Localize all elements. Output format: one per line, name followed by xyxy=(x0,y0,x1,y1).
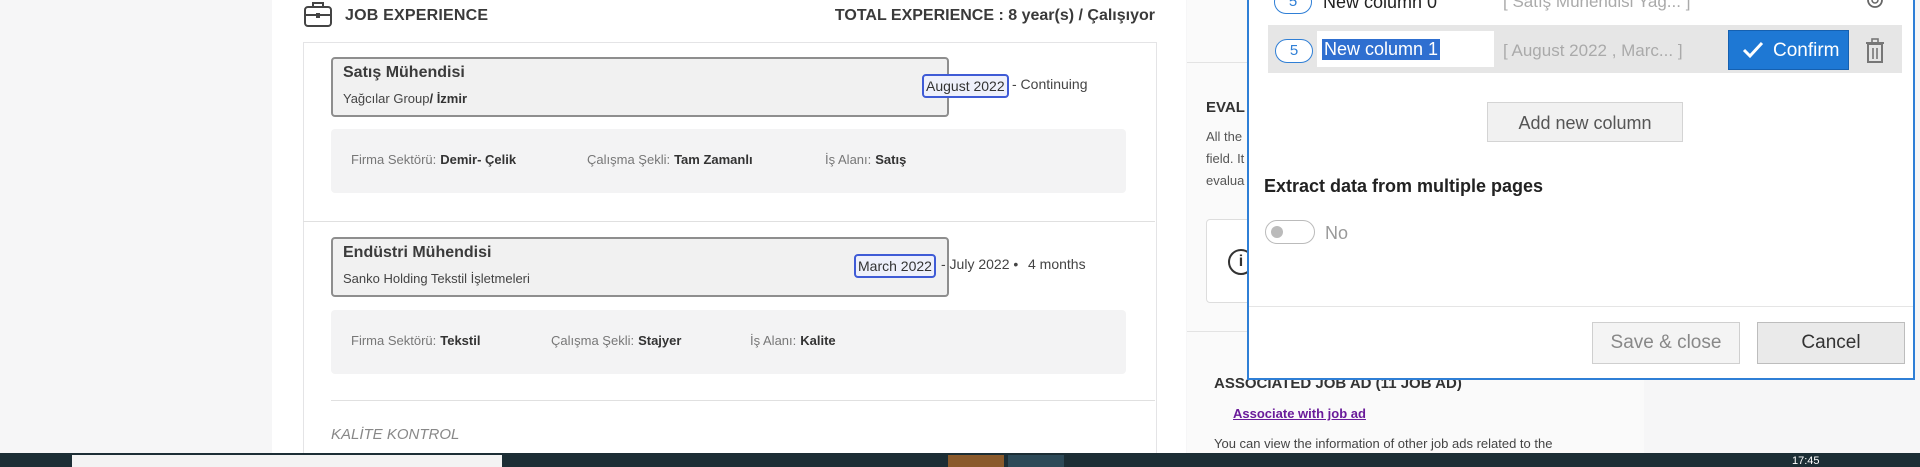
add-new-column-button[interactable]: Add new column xyxy=(1487,102,1683,142)
associate-with-job-ad-link[interactable]: Associate with job ad xyxy=(1233,406,1366,421)
work-area-field: İş Alanı: Kalite xyxy=(750,333,836,348)
entry-divider xyxy=(303,221,1155,222)
company-location: / İzmir xyxy=(429,91,468,106)
evaluation-text: field. It xyxy=(1206,151,1245,166)
end-date: - Continuing xyxy=(1012,76,1088,92)
column-row[interactable]: 5 New column 0 [ Satış Mühendisi Yağ... … xyxy=(1256,0,1900,20)
taskbar-app-icon[interactable] xyxy=(1008,455,1064,467)
taskbar-app-icon[interactable] xyxy=(948,455,1004,467)
job-experience-header: JOB EXPERIENCE TOTAL EXPERIENCE : 8 year… xyxy=(303,0,1155,32)
evaluation-text: evalua xyxy=(1206,173,1245,188)
company-name: Yağcılar Group/ İzmir xyxy=(343,91,468,106)
start-date-highlight[interactable]: August 2022 xyxy=(922,74,1009,98)
briefcase-icon xyxy=(304,2,332,27)
position-title: Satış Mühendisi xyxy=(343,64,465,81)
entry-divider xyxy=(331,400,1155,401)
column-preview: [ August 2022 , Marc... ] xyxy=(1503,41,1683,60)
confirm-button[interactable]: Confirm xyxy=(1728,30,1849,70)
section-title: JOB EXPERIENCE xyxy=(345,7,489,24)
cancel-button[interactable]: Cancel xyxy=(1757,322,1905,364)
multiple-pages-toggle[interactable] xyxy=(1265,220,1315,244)
work-area-field: İş Alanı: Satış xyxy=(825,152,907,167)
taskbar-search-box[interactable] xyxy=(72,455,502,467)
column-name-selected-text: New column 1 xyxy=(1322,39,1441,60)
extract-multiple-pages-label: Extract data from multiple pages xyxy=(1264,176,1544,196)
column-name-input[interactable]: New column 1 xyxy=(1317,31,1494,67)
position-title: Endüstri Mühendisi xyxy=(343,244,492,261)
toggle-knob xyxy=(1271,226,1283,238)
evaluation-title: EVAL xyxy=(1206,99,1245,116)
left-background xyxy=(0,0,271,453)
column-count-badge: 5 xyxy=(1275,39,1313,63)
end-date: - July 2022 • xyxy=(941,256,1019,272)
trash-icon[interactable] xyxy=(1864,38,1886,64)
duration: 4 months xyxy=(1028,256,1086,272)
experience-details: Firma Sektörü: Tekstil Çalışma Şekli: Staj… xyxy=(331,310,1126,374)
experience-details: Firma Sektörü: Demir- Çelik Çalışma Şekli… xyxy=(331,129,1126,193)
checkmark-icon xyxy=(1742,41,1764,59)
column-count-badge: 5 xyxy=(1274,0,1312,14)
company-name: Sanko Holding Tekstil İşletmeleri xyxy=(343,271,530,286)
work-type-field: Çalışma Şekli: Stajyer xyxy=(551,333,682,348)
toggle-state-label: No xyxy=(1325,223,1349,243)
next-entry-title: KALİTE KONTROL xyxy=(331,426,460,443)
taskbar-clock: 17:45 xyxy=(1792,455,1820,467)
panel-divider xyxy=(1187,62,1247,63)
confirm-label: Confirm xyxy=(1773,40,1840,61)
evaluation-text: All the xyxy=(1206,129,1243,144)
column-name[interactable]: New column 0 xyxy=(1323,0,1437,13)
save-and-close-button[interactable]: Save & close xyxy=(1592,322,1740,364)
total-experience: TOTAL EXPERIENCE : 8 year(s) / Çalışıyor xyxy=(834,7,1155,24)
gear-icon[interactable] xyxy=(1863,0,1887,12)
associated-job-ad-description: You can view the information of other jo… xyxy=(1214,436,1553,451)
start-date-highlight[interactable]: March 2022 xyxy=(854,254,936,278)
column-preview: [ Satış Mühendisi Yağ... ] xyxy=(1503,0,1691,11)
dialog-footer-divider xyxy=(1249,306,1913,307)
sector-field: Firma Sektörü: Tekstil xyxy=(351,333,481,348)
position-box[interactable]: Satış Mühendisi Yağcılar Group/ İzmir xyxy=(331,57,949,117)
sector-field: Firma Sektörü: Demir- Çelik xyxy=(351,152,517,167)
work-type-field: Çalışma Şekli: Tam Zamanlı xyxy=(587,152,753,167)
